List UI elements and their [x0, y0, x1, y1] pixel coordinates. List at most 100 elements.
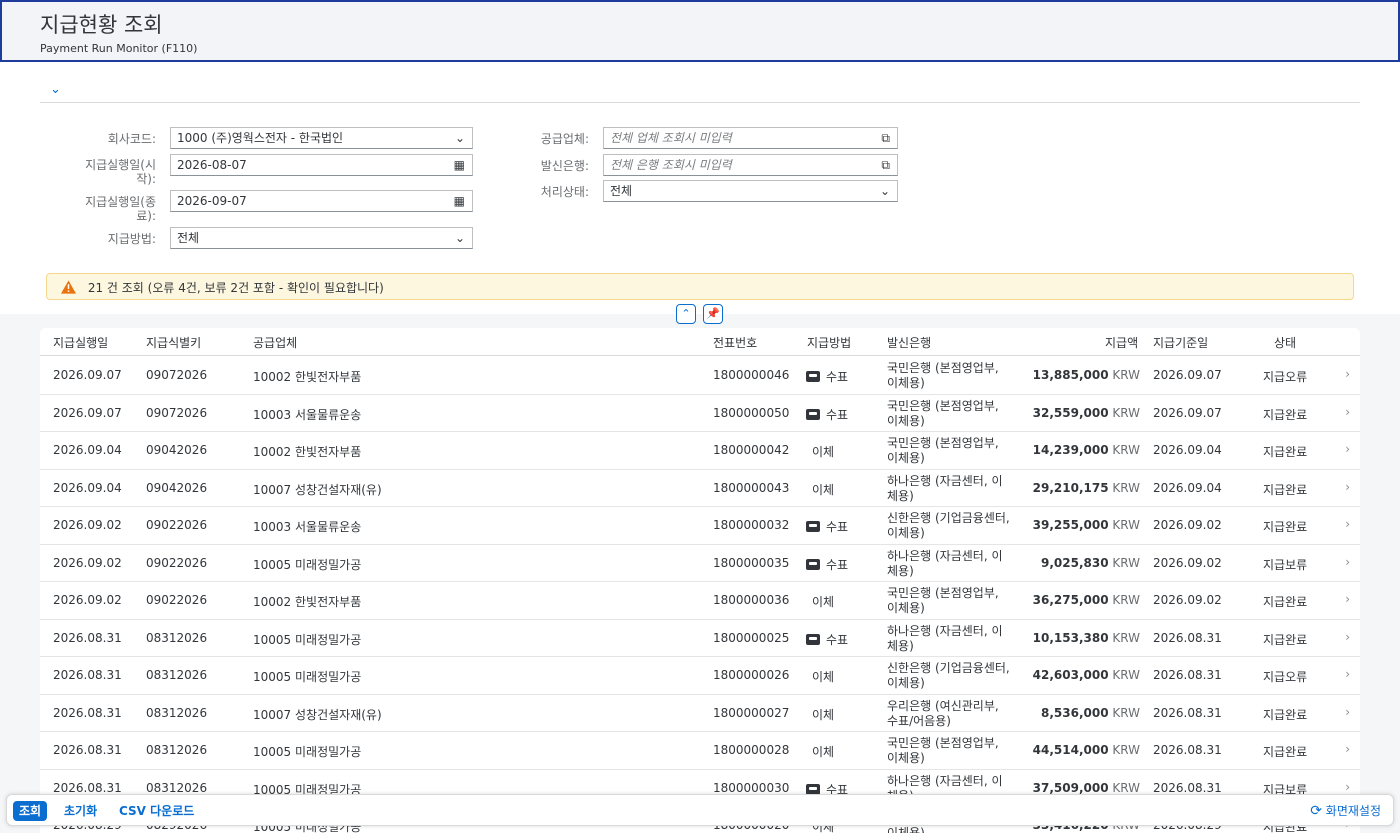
col-header-amount[interactable]: 지급액: [1105, 334, 1138, 351]
search-button[interactable]: 조회: [13, 801, 48, 821]
status-badge: 지급완료: [1263, 407, 1308, 422]
col-header-status[interactable]: 상태: [1274, 334, 1296, 351]
status-label: 처리상태:: [540, 185, 589, 199]
chevron-right-icon[interactable]: ›: [1345, 442, 1350, 456]
chevron-right-icon[interactable]: ›: [1345, 705, 1350, 719]
collapse-header-button[interactable]: ⌃: [676, 304, 696, 324]
csv-download-button[interactable]: CSV 다운로드: [119, 801, 194, 821]
method-label: 지급방법:: [107, 232, 156, 246]
table-header: 지급실행일 지급식별키 공급업체 전표번호 지급방법 발신은행 지급액 지급기준…: [40, 328, 1360, 356]
cell-doc: 1800000025: [713, 630, 790, 645]
cell-bank: 신한은행 (기업금융센터, 이체용): [887, 511, 1010, 540]
table-row[interactable]: 2026.09.04 09042026 10002 한빛전자부품 1800000042…: [40, 432, 1360, 470]
pin-icon: 📌: [706, 307, 720, 320]
status-badge: 지급완료: [1263, 445, 1308, 459]
table-row[interactable]: 2026.09.02 09022026 10003 서울물류운송 1800000032…: [40, 507, 1360, 545]
amount-currency: KRW: [1112, 405, 1140, 420]
value-help-icon[interactable]: ⧉: [881, 158, 890, 173]
cell-method: 이체: [812, 593, 834, 610]
cell-key: 09022026: [146, 518, 208, 532]
cell-amount: 39,255,000 KRW: [1033, 518, 1140, 532]
col-header-method[interactable]: 지급방법: [807, 334, 851, 351]
status-value: 전체: [610, 184, 633, 198]
check-icon: [806, 558, 820, 570]
col-header-date[interactable]: 지급실행일: [53, 334, 108, 351]
date-to-input[interactable]: 2026-09-07 ▦: [170, 190, 473, 212]
amount-currency: KRW: [1112, 630, 1140, 645]
table-row[interactable]: 2026.08.31 08312026 10005 미래정밀가공 1800000025…: [40, 620, 1360, 657]
chevron-right-icon[interactable]: ›: [1345, 780, 1350, 794]
chevron-right-icon[interactable]: ›: [1345, 367, 1350, 381]
table-row[interactable]: 2026.09.04 09042026 10007 성창건설자재(유) 1800000…: [40, 470, 1360, 507]
col-header-bank[interactable]: 발신은행: [887, 334, 931, 351]
cell-doc: 1800000032: [713, 518, 790, 532]
calendar-icon[interactable]: ▦: [454, 158, 465, 173]
chevron-right-icon[interactable]: ›: [1345, 480, 1350, 494]
chevron-right-icon[interactable]: ›: [1345, 630, 1350, 644]
calendar-icon[interactable]: ▦: [454, 194, 465, 209]
table-row[interactable]: 2026.09.02 09022026 10005 미래정밀가공 1800000035…: [40, 545, 1360, 582]
chevron-down-icon[interactable]: ⌄: [50, 82, 61, 97]
cell-basedate: 2026.08.31: [1153, 705, 1222, 720]
amount-currency: KRW: [1112, 593, 1140, 607]
method-value: 전체: [177, 231, 200, 245]
status-badge: 지급완료: [1263, 595, 1308, 609]
chevron-right-icon[interactable]: ›: [1345, 555, 1350, 569]
company-select[interactable]: 1000 (주)영웍스전자 - 한국법인 ⌄: [170, 127, 473, 149]
table-row[interactable]: 2026.08.31 08312026 10005 미래정밀가공 1800000026…: [40, 657, 1360, 695]
pin-header-button[interactable]: 📌: [703, 304, 723, 324]
amount-value: 9,025,830: [1041, 555, 1109, 570]
amount-value: 8,536,000: [1041, 705, 1109, 720]
reset-layout-label: 화면재설정: [1325, 804, 1381, 818]
cell-basedate: 2026.09.04: [1153, 480, 1222, 495]
col-header-basedate[interactable]: 지급기준일: [1153, 334, 1208, 351]
page-subtitle: Payment Run Monitor (F110): [40, 42, 198, 55]
amount-value: 42,603,000: [1032, 668, 1109, 682]
reset-layout-button[interactable]: ⟳ 화면재설정: [1310, 801, 1381, 821]
cell-method-label: 수표: [826, 557, 849, 572]
method-select[interactable]: 전체 ⌄: [170, 227, 473, 249]
table-row[interactable]: 2026.09.02 09022026 10002 한빛전자부품 1800000036…: [40, 582, 1360, 620]
cell-vendor: 10002 한빛전자부품: [253, 595, 362, 609]
status-select[interactable]: 전체 ⌄: [603, 180, 898, 202]
status-badge: 지급오류: [1263, 670, 1308, 684]
cell-method-label: 수표: [826, 407, 849, 422]
cell-date: 2026.09.07: [53, 405, 122, 420]
amount-value: 29,210,175: [1032, 480, 1109, 495]
warning-message-strip: 21 건 조회 (오류 4건, 보류 2건 포함 - 확인이 필요합니다): [46, 273, 1354, 300]
cell-doc: 1800000026: [713, 668, 790, 682]
amount-value: 37,509,000: [1032, 780, 1109, 795]
cell-date: 2026.08.31: [53, 780, 122, 795]
chevron-right-icon[interactable]: ›: [1345, 592, 1350, 606]
chevron-right-icon[interactable]: ›: [1345, 405, 1350, 419]
amount-value: 39,255,000: [1032, 518, 1109, 532]
status-badge: 지급완료: [1263, 520, 1308, 534]
table-row[interactable]: 2026.09.07 09072026 10003 서울물류운송 1800000050…: [40, 395, 1360, 432]
cell-doc: 1800000028: [713, 743, 790, 757]
date-from-input[interactable]: 2026-08-07 ▦: [170, 154, 473, 176]
chevron-right-icon[interactable]: ›: [1345, 742, 1350, 756]
table-row[interactable]: 2026.08.31 08312026 10007 성창건설자재(유) 1800000…: [40, 695, 1360, 732]
bank-input[interactable]: 전체 은행 조회시 미입력 ⧉: [603, 154, 898, 176]
reset-button[interactable]: 초기화: [64, 801, 97, 821]
cell-basedate: 2026.09.02: [1153, 518, 1222, 532]
value-help-icon[interactable]: ⧉: [881, 131, 890, 146]
date-from-label-line1: 지급실행일(시: [85, 158, 156, 172]
chevron-down-icon: ⌄: [454, 231, 465, 245]
table-row[interactable]: 2026.08.31 08312026 10005 미래정밀가공 1800000028…: [40, 732, 1360, 770]
cell-doc: 1800000036: [713, 593, 790, 607]
chevron-right-icon[interactable]: ›: [1345, 667, 1350, 681]
amount-value: 13,885,000: [1032, 368, 1109, 382]
vendor-input[interactable]: 전체 업체 조회시 미입력 ⧉: [603, 127, 898, 149]
chevron-right-icon[interactable]: ›: [1345, 517, 1350, 531]
col-header-doc[interactable]: 전표번호: [713, 334, 757, 351]
date-from-label-line2: 작):: [136, 172, 156, 186]
table-row[interactable]: 2026.09.07 09072026 10002 한빛전자부품 1800000046…: [40, 357, 1360, 395]
refresh-icon: ⟳: [1310, 803, 1322, 819]
page-header: 지급현황 조회 Payment Run Monitor (F110): [0, 0, 1400, 62]
col-header-key[interactable]: 지급식별키: [146, 334, 201, 351]
col-header-vendor[interactable]: 공급업체: [253, 334, 297, 351]
cell-key: 09042026: [146, 480, 208, 495]
bank-label: 발신은행:: [540, 159, 589, 173]
chevron-up-icon: ⌃: [681, 307, 691, 320]
